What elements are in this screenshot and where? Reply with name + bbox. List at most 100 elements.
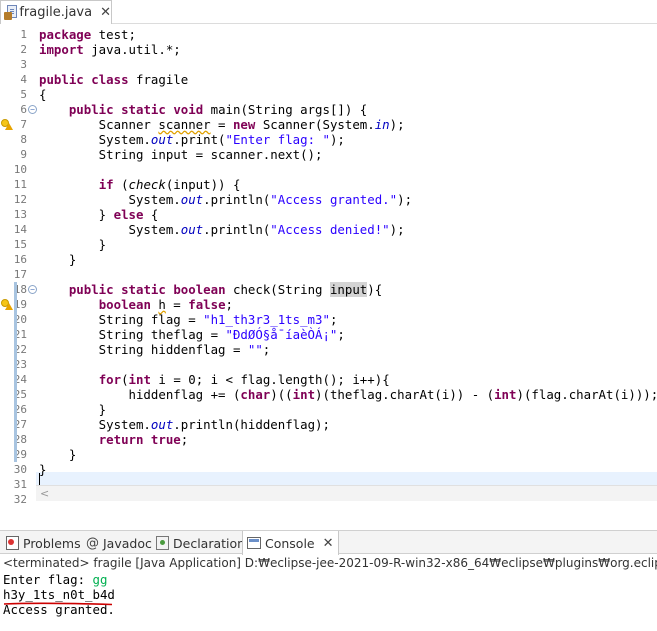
warning-icon[interactable] [1, 299, 13, 310]
code-token: out [150, 132, 174, 147]
code-token: test; [91, 27, 136, 42]
code-token: import [39, 42, 84, 57]
tab-javadoc[interactable]: @ Javadoc [82, 531, 156, 555]
fold-collapse-icon[interactable]: − [28, 105, 37, 114]
code-token: public [68, 282, 114, 297]
code-token: else [113, 207, 144, 222]
tab-declaration[interactable]: Declaration [152, 531, 249, 555]
line-number: 10 [13, 163, 27, 176]
line-number: 30 [13, 463, 27, 476]
code-line: Scanner scanner = new Scanner(System.in)… [39, 117, 405, 132]
problems-icon [6, 536, 19, 550]
code-token: in [374, 117, 390, 132]
line-number: 14 [13, 223, 27, 236]
code-token: ); [397, 192, 413, 207]
code-token: out [180, 222, 204, 237]
code-token: "Access denied!" [270, 222, 390, 237]
code-token: } [39, 402, 107, 417]
code-token: .print( [173, 132, 226, 147]
code-lines[interactable]: package test; import java.util.*; public c… [39, 24, 657, 504]
horizontal-scrollbar[interactable]: < [36, 485, 657, 501]
code-token: } [39, 252, 77, 267]
code-token: out [150, 417, 174, 432]
code-line: } [39, 237, 106, 252]
line-number: 9 [20, 148, 27, 161]
code-token: for [98, 372, 122, 387]
declaration-icon [156, 536, 169, 550]
code-token: new [232, 117, 256, 132]
scroll-left-icon[interactable]: < [40, 487, 49, 500]
fold-collapse-icon[interactable]: − [28, 285, 37, 294]
code-token: "Enter flag: " [225, 132, 330, 147]
code-token: fragile [128, 72, 189, 87]
code-token: String theflag = [39, 327, 226, 342]
tab-console-label: Console [265, 535, 315, 551]
code-token: class [91, 72, 129, 87]
code-token: "h1_th3r3_1ts_m3" [203, 312, 330, 327]
tab-javadoc-label: Javadoc [103, 535, 152, 551]
code-token: main(String args[]) { [203, 102, 368, 117]
code-token: scanner [158, 117, 211, 132]
code-token: ; [337, 327, 345, 342]
code-token: "Access granted." [270, 192, 398, 207]
code-token: java.util.*; [83, 42, 181, 57]
code-token: i = 0; i < flag.length(); i++){ [150, 372, 390, 387]
code-editor[interactable]: 1 2 3 4 5 6−7 8 9 10 11 12 13 14 15 16 17 18−19 20 21 22 23 2… [0, 24, 657, 506]
code-line: String theflag = "ÐdØÓ§å¯íaèÒÁ¡"; [39, 327, 345, 342]
line-number: 6 [20, 103, 27, 116]
code-token: } [39, 207, 114, 222]
code-token: )(flag.charAt(i))); [516, 387, 657, 402]
code-line: } [39, 447, 76, 462]
code-token: char [240, 387, 271, 402]
line-number: 12 [13, 193, 27, 206]
code-line: System.out.println("Access denied!"); [39, 222, 405, 237]
code-token: ( [113, 177, 129, 192]
panel-tab-bar: Problems @ Javadoc Declaration Console ✕ [0, 530, 657, 555]
code-token: ); [389, 117, 405, 132]
line-number: 16 [13, 253, 27, 266]
code-token: ; [262, 342, 271, 357]
code-token: } [39, 462, 47, 477]
console-icon [247, 537, 261, 549]
code-token: "ÐdØÓ§å¯íaèÒÁ¡" [225, 327, 338, 342]
line-number: 32 [13, 493, 27, 506]
close-icon[interactable]: ✕ [100, 5, 111, 20]
line-number: 31 [13, 478, 27, 491]
tab-console[interactable]: Console ✕ [242, 531, 339, 555]
code-token: boolean [173, 282, 226, 297]
red-underline-annotation [3, 602, 113, 606]
code-token: false [188, 297, 226, 312]
code-token: ( [121, 372, 129, 387]
code-token: hiddenflag += ( [39, 387, 241, 402]
java-file-icon [4, 5, 17, 20]
code-token: System. [39, 417, 151, 432]
line-number: 1 [20, 28, 27, 41]
code-line: System.out.println("Access granted."); [39, 192, 413, 207]
console-line: Enter flag: gg [3, 572, 107, 587]
editor-tab-fragile-java[interactable]: fragile.java ✕ [0, 0, 112, 24]
line-number: 11 [13, 178, 27, 191]
code-token: (input)) { [165, 177, 241, 192]
code-line: hiddenflag += (char)((int)(theflag.charA… [39, 387, 657, 402]
code-token: } [39, 237, 107, 252]
code-token: boolean [98, 297, 151, 312]
code-token: public [68, 102, 114, 117]
javadoc-icon: @ [86, 535, 99, 551]
code-line: } [39, 462, 46, 477]
code-token: Scanner [39, 117, 159, 132]
code-line: public class fragile [39, 72, 188, 87]
warning-icon[interactable] [1, 119, 13, 130]
code-token: ; [329, 312, 338, 327]
code-token: out [180, 192, 204, 207]
code-token: return [98, 432, 144, 447]
close-icon[interactable]: ✕ [323, 536, 334, 551]
code-token: ); [389, 222, 405, 237]
tab-problems[interactable]: Problems [2, 531, 85, 555]
code-token: String hiddenflag = [39, 342, 248, 357]
line-number: 8 [20, 133, 27, 146]
